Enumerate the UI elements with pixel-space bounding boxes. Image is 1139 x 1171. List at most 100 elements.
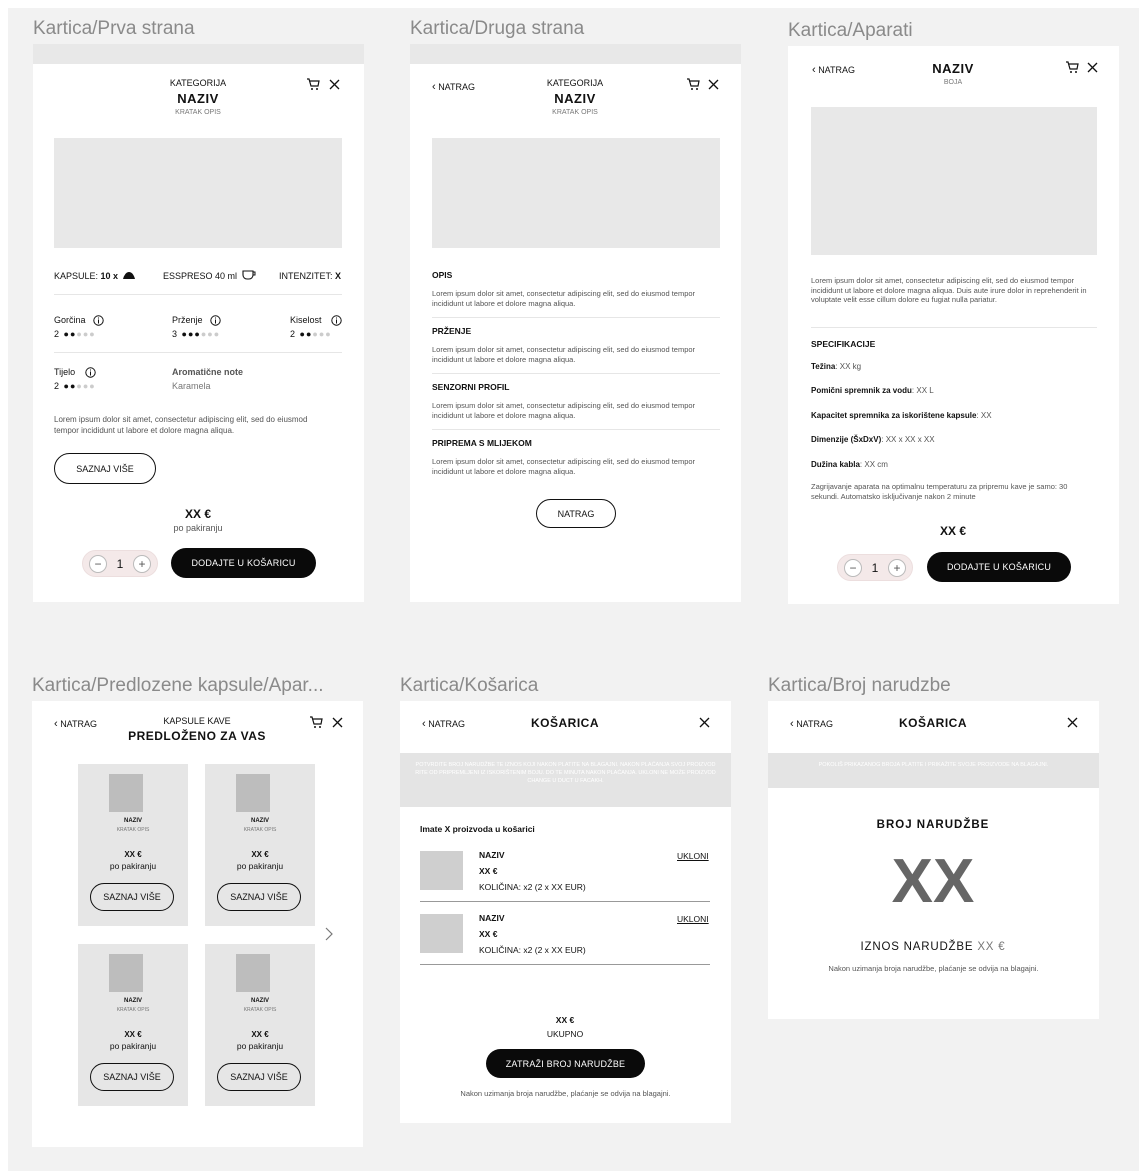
divider — [54, 294, 342, 295]
item-name: NAZIV — [479, 913, 505, 923]
product-thumbnail — [109, 954, 143, 992]
spec-dimensions: Dimenzije (ŠxDxV): XX x XX x XX — [811, 435, 935, 444]
cart-heading: KOŠARICA — [530, 716, 599, 730]
quantity-stepper[interactable]: − 1 + — [837, 554, 913, 581]
learn-more-button[interactable]: SAZNAJ VIŠE — [54, 453, 156, 484]
product-card[interactable]: NAZIV KRATAK OPIS XX € po pakiranju SAZN… — [205, 944, 315, 1106]
product-card[interactable]: NAZIV KRATAK OPIS XX € po pakiranju SAZN… — [78, 944, 188, 1106]
add-to-cart-button[interactable]: DODAJTE U KOŠARICU — [927, 552, 1071, 582]
spec-cable-length: Dužina kabla: XX cm — [811, 460, 888, 469]
roast-rating: 3 ●●●●●● — [172, 329, 221, 339]
product-thumbnail — [109, 774, 143, 812]
short-description: KRATAK OPIS — [552, 109, 598, 116]
item-thumbnail — [420, 851, 463, 890]
back-link[interactable]: ‹ NATRAG — [790, 718, 833, 730]
product-name: NAZIV — [177, 91, 219, 106]
close-icon[interactable] — [332, 717, 343, 728]
payment-note: Nakon uzimanja broja narudžbe, plaćanje … — [460, 1089, 671, 1098]
price-unit: po pakiranju — [109, 861, 157, 871]
short-description: KRATAK OPIS — [116, 827, 150, 833]
price-unit: po pakiranju — [236, 861, 284, 871]
item-quantity: KOLIČINA: x2 (2 x XX EUR) — [479, 945, 586, 955]
order-number-heading: BROJ NARUDŽBE — [876, 819, 990, 831]
cart-icon[interactable] — [1065, 61, 1079, 74]
frame-title-prva-strana: Kartica/Prva strana — [33, 18, 195, 39]
back-link[interactable]: ‹ NATRAG — [422, 718, 465, 730]
cart-icon[interactable] — [306, 78, 320, 91]
item-quantity: KOLIČINA: x2 (2 x XX EUR) — [479, 882, 586, 892]
learn-more-button[interactable]: SAZNAJ VIŠE — [217, 883, 301, 911]
remove-link[interactable]: UKLONI — [677, 914, 709, 924]
product-thumbnail — [236, 774, 270, 812]
short-description: KRATAK OPIS — [175, 109, 221, 116]
product-card[interactable]: NAZIV KRATAK OPIS XX € po pakiranju SAZN… — [78, 764, 188, 926]
close-icon[interactable] — [1067, 717, 1078, 728]
frame-title-predlozene: Kartica/Predlozene kapsule/Apar... — [32, 675, 324, 696]
cart-icon[interactable] — [686, 78, 700, 91]
product-name: NAZIV — [932, 61, 974, 76]
frame-title-aparati: Kartica/Aparati — [788, 20, 913, 41]
bitterness-rating: 2 ●●●●● — [54, 329, 96, 339]
add-to-cart-button[interactable]: DODAJTE U KOŠARICU — [171, 548, 316, 578]
intensity-info: INTENZITET: X — [279, 271, 342, 281]
increment-button[interactable]: + — [888, 558, 906, 577]
product-card[interactable]: NAZIV KRATAK OPIS XX € po pakiranju SAZN… — [205, 764, 315, 926]
divider — [811, 327, 1097, 328]
learn-more-button[interactable]: SAZNAJ VIŠE — [217, 1063, 301, 1091]
section-heading: PREDLOŽENO ZA VAS — [128, 729, 266, 743]
quantity-value: 1 — [116, 556, 124, 571]
remove-link[interactable]: UKLONI — [677, 851, 709, 861]
aroma-value: Karamela — [172, 381, 211, 391]
item-price: XX € — [479, 929, 498, 939]
item-price: XX € — [479, 866, 498, 876]
product-description: Lorem ipsum dolor sit amet, consectetur … — [811, 276, 1087, 304]
increment-button[interactable]: + — [133, 554, 151, 573]
section-text: Lorem ipsum dolor sit amet, consectetur … — [432, 401, 696, 420]
card-cart: ‹ NATRAG KOŠARICA POTVRDITE BROJ NARUDŽB… — [400, 701, 731, 1123]
product-name: NAZIV — [124, 818, 142, 824]
learn-more-button[interactable]: SAZNAJ VIŠE — [90, 883, 174, 911]
request-order-number-button[interactable]: ZATRAŽI BROJ NARUDŽBE — [486, 1049, 645, 1078]
body-label: Tijelo — [54, 367, 76, 377]
back-link[interactable]: ‹ NATRAG — [54, 718, 97, 730]
divider — [432, 317, 720, 318]
cart-icon[interactable] — [309, 716, 323, 729]
back-link[interactable]: ‹ NATRAG — [812, 64, 855, 76]
cart-heading: KOŠARICA — [898, 716, 967, 730]
close-icon[interactable] — [1087, 62, 1098, 73]
product-name: NAZIV — [554, 91, 596, 106]
section-text: Lorem ipsum dolor sit amet, consectetur … — [432, 457, 696, 476]
roast-label: Prženje — [172, 315, 203, 325]
close-icon[interactable] — [699, 717, 710, 728]
decrement-button[interactable]: − — [844, 558, 862, 577]
chevron-right-icon[interactable] — [325, 927, 334, 941]
close-icon[interactable] — [708, 79, 719, 90]
order-number: XX — [891, 847, 975, 916]
price: XX € — [251, 850, 269, 859]
price: XX € — [251, 1030, 269, 1039]
card-machines: ‹ NATRAG NAZIV BOJA Lorem ipsum dolor si… — [788, 46, 1119, 604]
color-label: BOJA — [943, 79, 963, 86]
item-name: NAZIV — [479, 850, 505, 860]
aroma-label: Aromatične note — [172, 367, 244, 377]
back-link[interactable]: ‹ NATRAG — [432, 81, 475, 93]
product-image — [54, 138, 342, 248]
heating-note: Zagrijavanje aparata na optimalnu temper… — [811, 482, 1068, 501]
info-icon[interactable] — [93, 315, 104, 326]
card-first-page: KATEGORIJA NAZIV KRATAK OPIS KAPSULE: 10… — [33, 44, 364, 602]
learn-more-button[interactable]: SAZNAJ VIŠE — [90, 1063, 174, 1091]
info-icon[interactable] — [85, 367, 96, 378]
product-image — [811, 107, 1097, 255]
info-icon[interactable] — [331, 315, 342, 326]
close-icon[interactable] — [329, 79, 340, 90]
order-amount: IZNOS NARUDŽBE XX € — [860, 941, 1006, 953]
frame-title-broj-narudzbe: Kartica/Broj narudzbe — [768, 675, 951, 696]
back-button[interactable]: NATRAG — [536, 499, 616, 528]
section-heading: OPIS — [432, 270, 453, 280]
top-strip — [33, 44, 364, 64]
acidity-label: Kiselost — [290, 315, 322, 325]
divider — [54, 352, 342, 353]
decrement-button[interactable]: − — [89, 554, 107, 573]
info-icon[interactable] — [210, 315, 221, 326]
quantity-stepper[interactable]: − 1 + — [82, 550, 158, 577]
